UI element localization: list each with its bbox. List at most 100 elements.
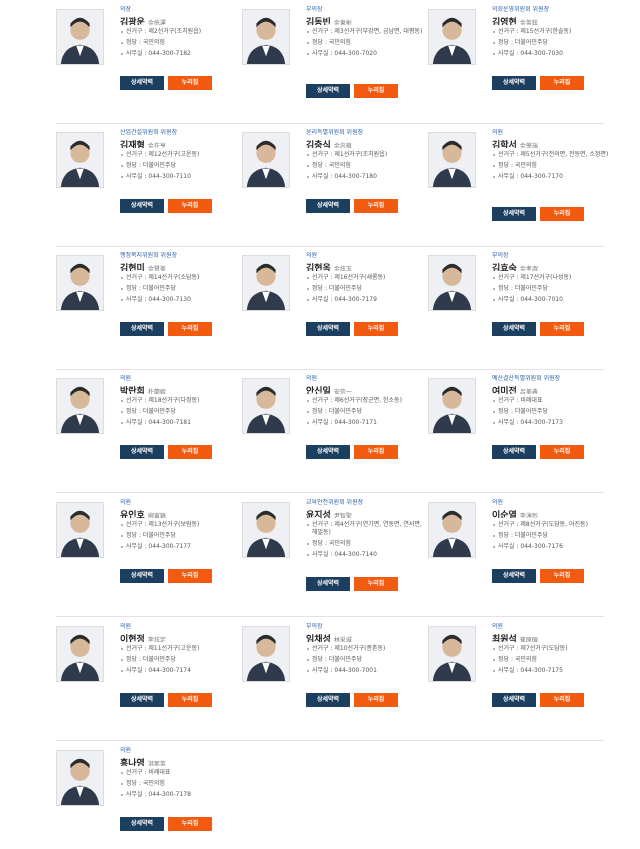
row-divider	[56, 492, 604, 493]
homepage-button[interactable]: 누리집	[168, 817, 212, 831]
detail-profile-button[interactable]: 상세약력	[120, 199, 164, 213]
homepage-button[interactable]: 누리집	[354, 445, 398, 459]
detail-profile-button[interactable]: 상세약력	[120, 322, 164, 336]
member-district: 선거구 : 비례대표	[492, 397, 614, 405]
member-office-phone: 사무실 : 044-300-7020	[306, 50, 428, 58]
member-name-line: 김현옥 金炫玉	[306, 260, 428, 271]
row-divider	[56, 246, 604, 247]
detail-profile-button[interactable]: 상세약력	[492, 569, 536, 583]
member-name: 김광운	[120, 18, 145, 25]
homepage-button[interactable]: 누리집	[168, 199, 212, 213]
member-role: 의원	[306, 252, 318, 259]
homepage-button[interactable]: 누리집	[540, 76, 584, 90]
member-info: 의원 최원석 崔原碩 선거구 : 제7선거구(도담동) 정당 : 국민의힘 사무실 : 0…	[492, 623, 614, 675]
detail-profile-button[interactable]: 상세약력	[492, 76, 536, 90]
member-card: 행정복지위원회 위원장 김현미 金賢美 선거구 : 제14선거구(소담동) 정당 : 더…	[56, 252, 242, 372]
member-info: 의회운영위원회 위원장 김영현 金英鉉 선거구 : 제15선거구(한솔동) 정당 : 더…	[492, 6, 614, 58]
detail-profile-button[interactable]: 상세약력	[492, 207, 536, 221]
member-office-phone: 사무실 : 044-300-7176	[492, 543, 614, 551]
detail-profile-button[interactable]: 상세약력	[120, 445, 164, 459]
member-name-hanja: 金賢美	[147, 266, 166, 271]
member-name-hanja: 金英鉉	[519, 20, 538, 25]
member-district: 선거구 : 제13선거구(보람동)	[120, 521, 242, 529]
member-photo	[56, 626, 104, 682]
member-party: 정당 : 국민의힘	[492, 162, 614, 170]
detail-profile-button[interactable]: 상세약력	[306, 693, 350, 707]
member-role: 교육안전위원회 위원장	[306, 499, 364, 506]
detail-profile-button[interactable]: 상세약력	[306, 577, 350, 591]
member-name-line: 김영현 金英鉉	[492, 14, 614, 25]
homepage-button[interactable]: 누리집	[540, 207, 584, 221]
detail-profile-button[interactable]: 상세약력	[492, 445, 536, 459]
detail-profile-button[interactable]: 상세약력	[306, 84, 350, 98]
member-name-hanja: 李淳烈	[519, 513, 538, 518]
member-name: 홍나영	[120, 759, 145, 766]
member-info: 예산결산특별위원회 위원장 여미전 呂美典 선거구 : 비례대표 정당 : 더불어민주당…	[492, 375, 614, 427]
member-name-hanja: 呂美典	[519, 389, 538, 394]
member-name-hanja: 安信一	[333, 389, 352, 394]
member-name-line: 홍나영 洪那英	[120, 755, 242, 766]
member-office-phone: 사무실 : 044-300-7179	[306, 296, 428, 304]
member-photo	[56, 9, 104, 65]
detail-profile-button[interactable]: 상세약력	[120, 76, 164, 90]
member-party: 정당 : 국민의힘	[120, 780, 242, 788]
member-card: 부의장 임채성 林采城 선거구 : 제10선거구(종촌동) 정당 : 더불어민주당 사무실…	[242, 623, 428, 743]
homepage-button[interactable]: 누리집	[168, 693, 212, 707]
member-role: 의원	[120, 375, 132, 382]
detail-profile-button[interactable]: 상세약력	[306, 322, 350, 336]
member-office-phone: 사무실 : 044-300-7174	[120, 667, 242, 675]
row-divider	[56, 740, 604, 741]
member-name: 김효숙	[492, 264, 517, 271]
member-name-hanja: 金學瑞	[519, 143, 538, 148]
member-name-line: 김학서 金學瑞	[492, 137, 614, 148]
member-row: 의원 이현정 李炫定 선거구 : 제11선거구(고운동) 정당 : 더불어민주당 사무실 …	[56, 623, 604, 750]
member-party: 정당 : 국민의힘	[120, 39, 242, 47]
homepage-button[interactable]: 누리집	[168, 76, 212, 90]
homepage-button[interactable]: 누리집	[354, 322, 398, 336]
member-name-line: 박란희 朴蘭姬	[120, 383, 242, 394]
member-info: 행정복지위원회 위원장 김현미 金賢美 선거구 : 제14선거구(소담동) 정당 : 더…	[120, 252, 242, 304]
detail-profile-button[interactable]: 상세약력	[120, 817, 164, 831]
member-card: 부의장 김효숙 金孝淑 선거구 : 제17선거구(나성동) 정당 : 더불어민주당 사무실…	[428, 252, 614, 372]
member-card: 의원 유인호 柳寅鎬 선거구 : 제13선거구(보람동) 정당 : 더불어민주당 사무실 …	[56, 499, 242, 619]
detail-profile-button[interactable]: 상세약력	[492, 693, 536, 707]
detail-profile-button[interactable]: 상세약력	[306, 199, 350, 213]
homepage-button[interactable]: 누리집	[540, 322, 584, 336]
detail-profile-button[interactable]: 상세약력	[120, 569, 164, 583]
member-card: 부의장 김동빈 金東彬 선거구 : 제3선거구(부강면, 금남면, 대평동) 정당 : …	[242, 6, 428, 126]
member-district: 선거구 : 제2선거구(조치원읍)	[120, 28, 242, 36]
member-name: 여미전	[492, 387, 517, 394]
member-name-hanja: 金東彬	[333, 20, 352, 25]
member-office-phone: 사무실 : 044-300-7178	[120, 791, 242, 799]
member-name-line: 윤지성 尹智聖	[306, 507, 428, 518]
homepage-button[interactable]: 누리집	[354, 577, 398, 591]
member-party: 정당 : 더불어민주당	[306, 285, 428, 293]
detail-profile-button[interactable]: 상세약력	[492, 322, 536, 336]
member-info: 의장 김광운 金侊運 선거구 : 제2선거구(조치원읍) 정당 : 국민의힘 사무실 : …	[120, 6, 242, 58]
homepage-button[interactable]: 누리집	[354, 199, 398, 213]
member-photo	[428, 255, 476, 311]
member-name-hanja: 金侊運	[147, 20, 166, 25]
member-name-line: 김충식 金忠植	[306, 137, 428, 148]
member-name-hanja: 金忠植	[333, 143, 352, 148]
member-photo	[428, 9, 476, 65]
member-name: 안신일	[306, 387, 331, 394]
homepage-button[interactable]: 누리집	[354, 693, 398, 707]
detail-profile-button[interactable]: 상세약력	[120, 693, 164, 707]
homepage-button[interactable]: 누리집	[168, 322, 212, 336]
member-name: 김현옥	[306, 264, 331, 271]
member-name: 이현정	[120, 635, 145, 642]
member-card: 의회운영위원회 위원장 김영현 金英鉉 선거구 : 제15선거구(한솔동) 정당 : 더…	[428, 6, 614, 126]
homepage-button[interactable]: 누리집	[540, 569, 584, 583]
homepage-button[interactable]: 누리집	[540, 445, 584, 459]
member-party: 정당 : 더불어민주당	[492, 39, 614, 47]
homepage-button[interactable]: 누리집	[168, 569, 212, 583]
homepage-button[interactable]: 누리집	[168, 445, 212, 459]
detail-profile-button[interactable]: 상세약력	[306, 445, 350, 459]
homepage-button[interactable]: 누리집	[540, 693, 584, 707]
member-photo	[428, 626, 476, 682]
member-photo	[56, 750, 104, 806]
homepage-button[interactable]: 누리집	[354, 84, 398, 98]
member-district: 선거구 : 비례대표	[120, 769, 242, 777]
member-party: 정당 : 더불어민주당	[492, 408, 614, 416]
